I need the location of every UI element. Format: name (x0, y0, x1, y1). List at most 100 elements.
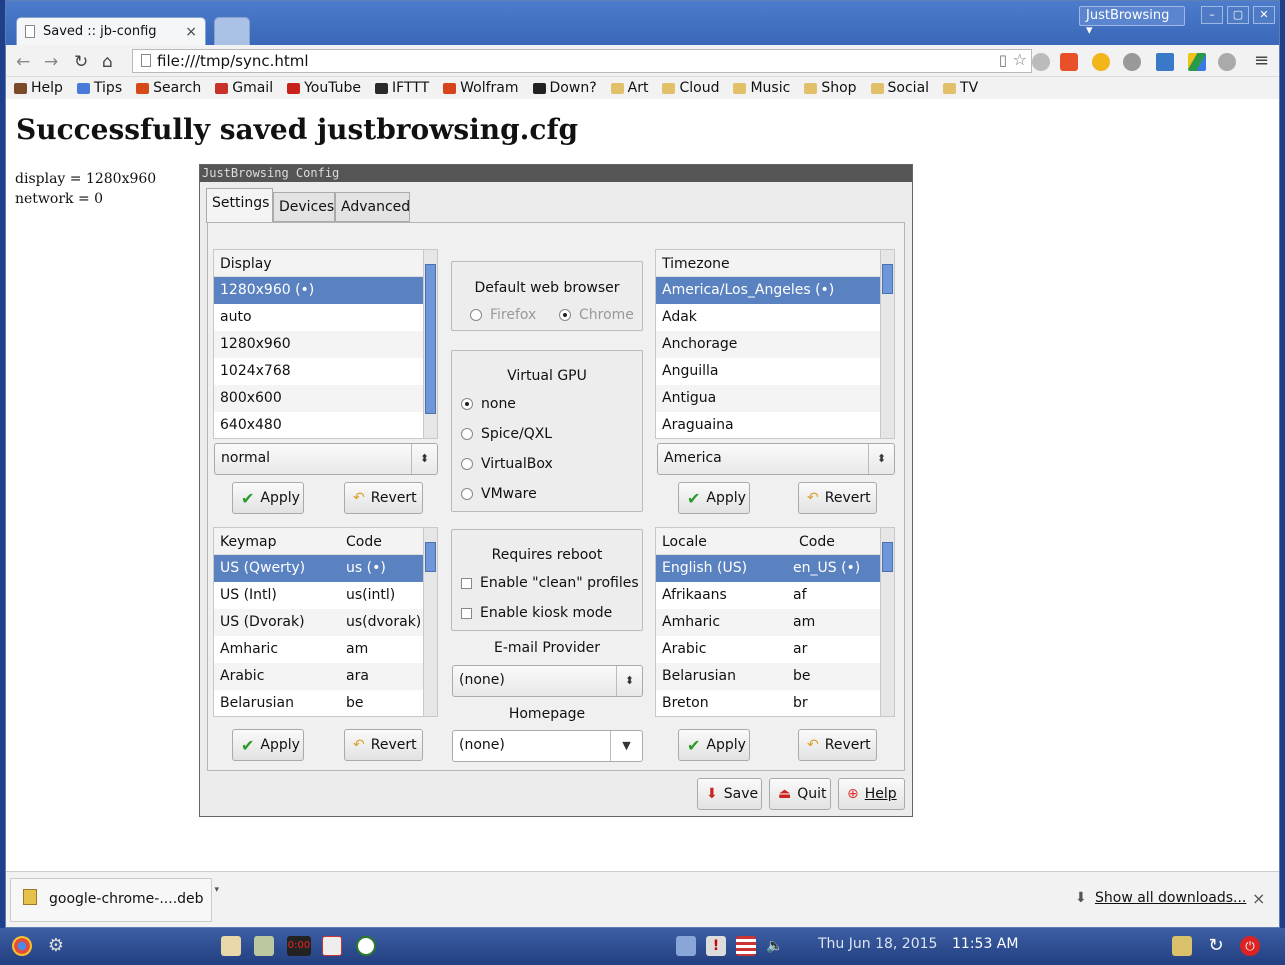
list-item[interactable]: 1024x768 (214, 358, 437, 385)
maximize-icon[interactable]: ▢ (1227, 6, 1249, 24)
power-icon[interactable]: ⏻ (1240, 936, 1260, 956)
tab-settings[interactable]: Settings (206, 188, 273, 223)
homepage-combo[interactable]: (none) ▼ (452, 730, 643, 762)
tab-devices[interactable]: Devices (273, 192, 335, 222)
table-row[interactable]: Arabic ara (214, 663, 437, 690)
scrollbar-thumb[interactable] (425, 542, 436, 572)
scrollbar[interactable] (423, 250, 437, 438)
forward-icon[interactable]: → (44, 52, 58, 72)
list-item[interactable]: 1280x960 (214, 331, 437, 358)
quit-button[interactable]: ⏏ Quit (769, 778, 831, 810)
clock-app-icon[interactable]: 0:00 (287, 936, 311, 956)
table-row[interactable]: US (Qwerty) us (•) (214, 555, 437, 582)
calculator-icon[interactable] (254, 936, 274, 956)
taskbar-time[interactable]: 11:53 AM (952, 936, 1018, 952)
help-button[interactable]: ⊕ Help (838, 778, 905, 810)
magnifier-ext-icon[interactable] (1032, 53, 1050, 71)
table-row[interactable]: US (Intl) us(intl) (214, 582, 437, 609)
clean-profiles-checkbox[interactable]: Enable "clean" profiles (461, 575, 639, 591)
bookmark-tv[interactable]: TV (943, 80, 978, 96)
table-row[interactable]: Arabic ar (656, 636, 894, 663)
table-row[interactable]: US (Dvorak) us(dvorak) (214, 609, 437, 636)
list-item[interactable]: 1280x960 (•) (214, 277, 437, 304)
back-icon[interactable]: ← (16, 52, 30, 72)
address-bar[interactable]: file:///tmp/sync.html ▯ ☆ (132, 49, 1032, 73)
show-all-downloads-link[interactable]: Show all downloads... (1095, 890, 1246, 906)
table-row[interactable]: Amharic am (656, 609, 894, 636)
list-item[interactable]: auto (214, 304, 437, 331)
apply-button[interactable]: ✔ Apply (678, 729, 750, 761)
apply-button[interactable]: ✔ Apply (678, 482, 750, 514)
radio-none[interactable]: none (461, 396, 516, 412)
kiosk-mode-checkbox[interactable]: Enable kiosk mode (461, 605, 612, 621)
list-item[interactable]: 800x600 (214, 385, 437, 412)
list-item[interactable]: 640x480 (214, 412, 437, 439)
scrollbar-thumb[interactable] (882, 542, 893, 572)
table-row[interactable]: Afrikaans af (656, 582, 894, 609)
close-downloads-icon[interactable]: × (1252, 889, 1265, 908)
chevron-down-icon[interactable]: ▼ (610, 731, 642, 761)
bookmark-art[interactable]: Art (610, 80, 648, 96)
radio-chrome[interactable]: Chrome (559, 307, 634, 323)
money-icon[interactable] (356, 936, 376, 956)
radio-spice[interactable]: Spice/QXL (461, 426, 552, 442)
email-combo[interactable]: (none) ⬍ (452, 665, 643, 697)
power-ext-icon[interactable] (1123, 53, 1141, 71)
keymap-list[interactable]: Keymap Code US (Qwerty) us (•) US (Intl) us… (213, 527, 438, 717)
chrome-icon[interactable] (12, 936, 32, 956)
display-list[interactable]: Display 1280x960 (•) auto 1280x960 1024x… (213, 249, 438, 439)
bookmark-youtube[interactable]: YouTube (287, 80, 361, 96)
star-icon[interactable]: ☆ (1013, 50, 1027, 69)
radio-firefox[interactable]: Firefox (470, 307, 536, 323)
save-button[interactable]: ⬇ Save (697, 778, 762, 810)
radio-virtualbox[interactable]: VirtualBox (461, 456, 553, 472)
bookmark-cloud[interactable]: Cloud (662, 80, 719, 96)
list-item[interactable]: Adak (656, 304, 894, 331)
bookmark-tips[interactable]: Tips (76, 80, 122, 96)
revert-button[interactable]: ↶ Revert (798, 729, 877, 761)
list-item[interactable]: Anguilla (656, 358, 894, 385)
new-tab-button[interactable] (214, 17, 250, 45)
locale-list[interactable]: Locale Code English (US) en_US (•) Afrikaa… (655, 527, 895, 717)
close-icon[interactable]: ✕ (1253, 6, 1275, 24)
bookmark-shop[interactable]: Shop (804, 80, 857, 96)
mail-icon[interactable] (322, 936, 342, 956)
reload-icon[interactable]: ↻ (74, 52, 88, 72)
tab-active[interactable]: Saved :: jb-config × (16, 17, 206, 45)
apply-button[interactable]: ✔ Apply (232, 482, 304, 514)
apply-button[interactable]: ✔ Apply (232, 729, 304, 761)
honey-icon[interactable] (1092, 53, 1110, 71)
bookmark-wolfram[interactable]: Wolfram (443, 80, 519, 96)
menu-icon[interactable]: ≡ (1254, 50, 1269, 71)
volume-icon[interactable]: 🔈 (766, 936, 786, 956)
scrollbar[interactable] (880, 250, 894, 438)
table-row[interactable]: Belarusian be (214, 690, 437, 717)
list-item[interactable]: Anchorage (656, 331, 894, 358)
table-row[interactable]: English (US) en_US (•) (656, 555, 894, 582)
drive-icon[interactable] (1188, 53, 1206, 71)
scrollbar[interactable] (423, 528, 437, 716)
region-combo[interactable]: America ⬍ (657, 443, 895, 475)
dropdown-arrow-icon[interactable]: ▾ (214, 885, 219, 895)
us-flag-icon[interactable] (736, 936, 756, 956)
tab-close-icon[interactable]: × (185, 24, 197, 40)
bookmark-music[interactable]: Music (733, 80, 790, 96)
revert-button[interactable]: ↶ Revert (344, 729, 423, 761)
list-item[interactable]: Araguaina (656, 412, 894, 439)
quote-ext-icon[interactable] (1218, 53, 1236, 71)
tab-advanced[interactable]: Advanced (335, 192, 410, 222)
user-button[interactable]: JustBrowsing ▾ (1079, 6, 1185, 38)
gear-icon[interactable]: ⚙ (46, 936, 66, 956)
scrollbar-thumb[interactable] (425, 264, 436, 414)
home-icon[interactable]: ⌂ (102, 52, 113, 72)
bookmark-gmail[interactable]: Gmail (215, 80, 273, 96)
display-mode-combo[interactable]: normal ⬍ (214, 443, 438, 475)
radio-vmware[interactable]: VMware (461, 486, 537, 502)
table-row[interactable]: Breton br (656, 690, 894, 717)
list-item[interactable]: Antigua (656, 385, 894, 412)
revert-button[interactable]: ↶ Revert (798, 482, 877, 514)
reader-icon[interactable]: ▯ (999, 51, 1007, 69)
refresh-icon[interactable]: ↻ (1206, 936, 1226, 956)
bookmark-search[interactable]: Search (136, 80, 201, 96)
editor-icon[interactable] (221, 936, 241, 956)
